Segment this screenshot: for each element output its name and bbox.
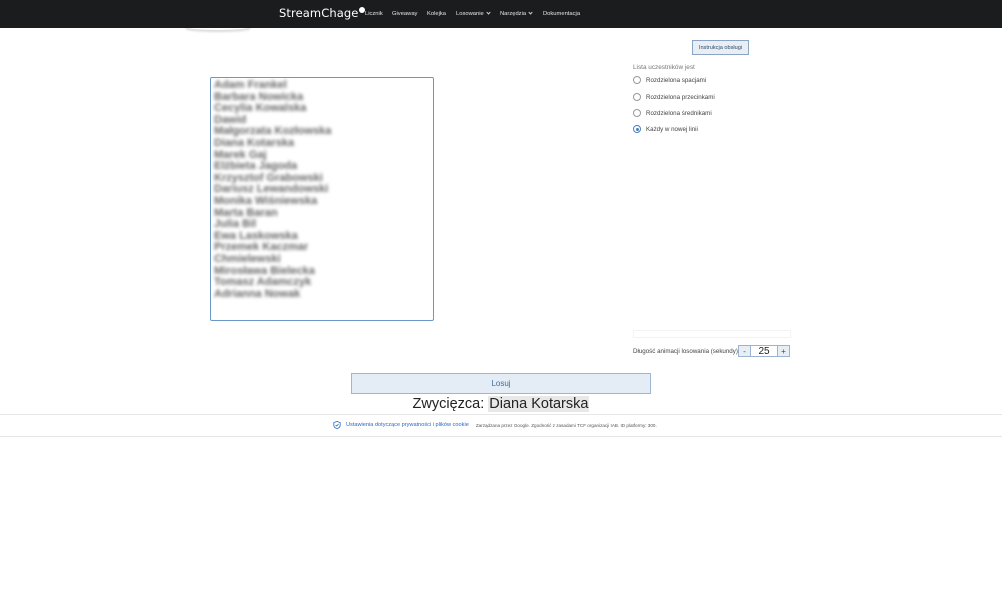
nav-kolejka[interactable]: Kolejka <box>427 11 446 17</box>
cookie-note: Zarządzana przez Google. Zgodność z zasa… <box>475 422 657 428</box>
nav-label: Licznik <box>365 11 383 17</box>
nav-label: Giveaway <box>392 11 418 17</box>
participant-name: Monika Wiśniewska <box>214 194 318 207</box>
participant-name: Cecylia Kowalska <box>214 102 307 115</box>
participant-name: Adrianna Nowak <box>214 287 301 300</box>
participants-textarea[interactable]: Adam Frankel Barbara Nowicka Cecylia Kow… <box>210 77 434 321</box>
nav-label: Kolejka <box>427 11 447 17</box>
radio-button[interactable] <box>633 93 641 101</box>
nav-losowanie[interactable]: Losowanie <box>456 10 491 17</box>
radio-button[interactable] <box>633 76 641 84</box>
top-navbar: StreamChage Licznik Giveaway Kolejka Los… <box>0 0 1002 28</box>
logo-text: StreamChage <box>279 6 359 20</box>
nav-giveaway[interactable]: Giveaway <box>392 11 417 17</box>
privacy-settings-link[interactable]: Ustawienia dotyczące prywatności i plikó… <box>346 422 469 428</box>
radio-newline[interactable]: Każdy w nowej linii <box>633 125 698 133</box>
radio-label: Rozdzielona przecinkami <box>646 93 715 101</box>
radio-label: Każdy w nowej linii <box>646 125 698 133</box>
participant-name: Diana Kotarska <box>214 136 295 149</box>
nav-licznik[interactable]: Licznik <box>365 11 383 17</box>
ad-placeholder <box>633 330 791 338</box>
help-button[interactable]: Instrukcja obsługi <box>692 40 749 55</box>
nav-dokumentacja[interactable]: Dokumentacja <box>543 11 580 17</box>
radio-button-checked[interactable] <box>633 125 641 133</box>
decorative-shadow <box>186 24 250 30</box>
radio-label: Rozdzielona spacjami <box>646 76 707 84</box>
nav-label: Dokumentacja <box>543 11 581 17</box>
increment-button[interactable]: + <box>778 346 789 356</box>
participant-name: Elżbieta Jagoda <box>214 160 298 173</box>
divider <box>0 414 1002 415</box>
winner-name: Diana Kotarska <box>488 396 590 412</box>
animation-duration-stepper: - 25 + <box>738 345 790 357</box>
participant-name: Julia Bil <box>214 218 257 231</box>
cookie-bar: Ustawienia dotyczące prywatności i plikó… <box>333 421 657 429</box>
radio-label: Rozdzielona średnikami <box>646 109 712 117</box>
radio-semicolons[interactable]: Rozdzielona średnikami <box>633 109 712 117</box>
nav-label: Losowanie <box>456 11 484 17</box>
nav-label: Narzędzia <box>500 11 527 17</box>
chevron-down-icon <box>486 10 491 15</box>
radio-spaces[interactable]: Rozdzielona spacjami <box>633 76 706 84</box>
participant-name: Tomasz Adamczyk <box>214 276 312 289</box>
animation-duration-input[interactable]: 25 <box>750 346 778 357</box>
winner-display: Zwycięzca: Diana Kotarska <box>0 396 1002 412</box>
list-format-label: Lista uczestników jest <box>633 64 695 71</box>
radio-commas[interactable]: Rozdzielona przecinkami <box>633 93 715 101</box>
animation-duration-label: Długość animacji losowania (sekundy) <box>633 348 738 355</box>
decrement-button[interactable]: - <box>739 346 750 356</box>
chevron-down-icon <box>528 10 533 15</box>
shield-icon <box>333 421 341 429</box>
participant-name: Chmielewski <box>214 252 281 265</box>
draw-button[interactable]: Losuj <box>351 373 651 394</box>
radio-button[interactable] <box>633 109 641 117</box>
winner-label: Zwycięzca: <box>412 396 485 412</box>
logo[interactable]: StreamChage <box>279 6 366 20</box>
participant-name: Adam Frankel <box>214 79 287 91</box>
divider <box>0 436 1002 437</box>
nav-narzedzia[interactable]: Narzędzia <box>500 10 533 17</box>
